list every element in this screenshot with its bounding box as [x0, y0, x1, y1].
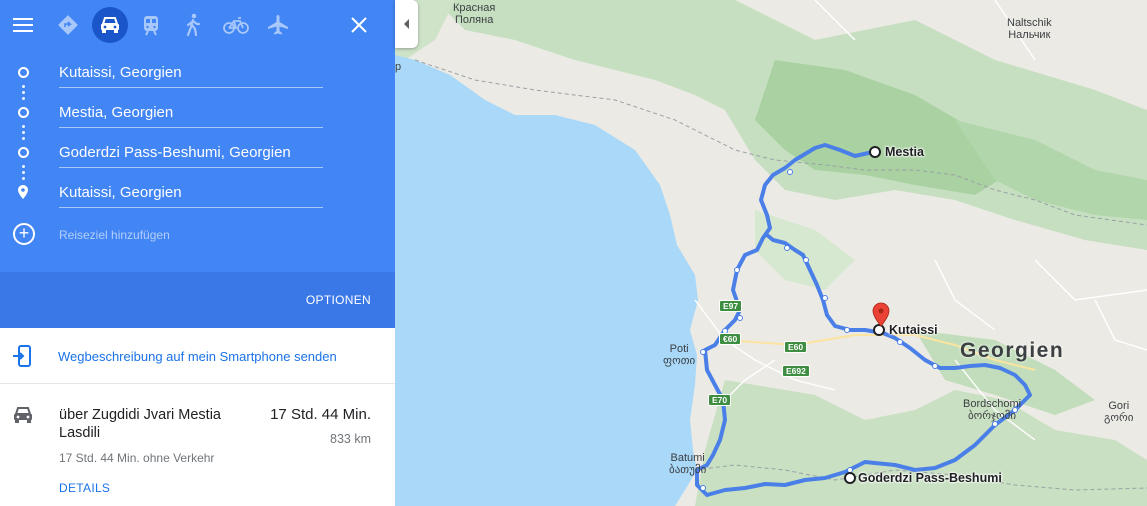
train-icon [144, 16, 158, 36]
add-destination-row[interactable]: + Reiseziel hinzufügen [0, 220, 395, 250]
road-shield-e97: E97 [719, 300, 743, 312]
waypoint-input-destination[interactable]: Kutaissi, Georgien [59, 180, 323, 208]
waypoint-row-3: Goderdzi Pass-Beshumi, Georgien [0, 132, 395, 172]
route-duration-no-traffic: 17 Std. 44 Min. ohne Verkehr [59, 451, 215, 465]
waypoint-input-start[interactable]: Kutaissi, Georgien [59, 60, 323, 88]
waypoint-row-start: Kutaissi, Georgien [0, 52, 395, 92]
menu-button[interactable] [5, 7, 41, 43]
walk-icon [186, 13, 201, 37]
city-label-borjomi: Bordschomi ბორჯომი [963, 398, 1022, 422]
waypoint-row-destination: Kutaissi, Georgien [0, 172, 395, 212]
city-label-fragment: р [395, 61, 402, 73]
mode-bike-button[interactable] [218, 7, 254, 43]
travel-mode-toolbar [0, 0, 395, 50]
waypoint-input-3[interactable]: Goderdzi Pass-Beshumi, Georgien [59, 140, 323, 168]
map-base [395, 0, 1147, 506]
add-circle-icon: + [13, 223, 35, 245]
waypoint-input-2[interactable]: Mestia, Georgien [59, 100, 323, 128]
city-label-batumi: Batumi ბათუმი [669, 452, 707, 476]
menu-icon [13, 18, 33, 32]
mode-transit-button[interactable] [133, 7, 169, 43]
route-duration: 17 Std. 44 Min. [270, 406, 371, 423]
mode-flight-button[interactable] [260, 7, 296, 43]
mode-car-button[interactable] [92, 7, 128, 43]
stop-label-goderdzi[interactable]: Goderdzi Pass-Beshumi [858, 471, 1002, 485]
route-details-button[interactable]: DETAILS [59, 481, 110, 495]
route-via-text: über Zugdidi Jvari Mestia Lasdili [59, 407, 221, 441]
directions-header: Kutaissi, Georgien Mestia, Georgien Gode… [0, 0, 395, 328]
mode-walk-button[interactable] [175, 7, 211, 43]
map-canvas[interactable]: Красная Поляна р Naltschik Нальчик Poti ფოთ… [395, 0, 1147, 506]
road-shield-e70: E70 [708, 394, 732, 406]
options-button[interactable]: OPTIONEN [306, 293, 371, 307]
country-label: Georgien [960, 339, 1065, 362]
stop-marker-mestia[interactable] [869, 146, 881, 158]
plane-icon [268, 15, 288, 35]
send-to-phone-row[interactable]: Wegbeschreibung auf mein Smartphone send… [0, 328, 395, 384]
directions-panel: Kutaissi, Georgien Mestia, Georgien Gode… [0, 0, 395, 506]
road-shield-e692: E692 [782, 365, 810, 377]
stop-marker-kutaissi[interactable] [873, 324, 885, 336]
waypoint-circle-icon [16, 65, 30, 79]
city-label-krasnaya-polyana: Красная Поляна [453, 2, 496, 26]
bike-icon [223, 17, 249, 34]
stop-label-mestia[interactable]: Mestia [885, 145, 924, 159]
road-shield-e60: E60 [784, 341, 808, 353]
route-distance: 833 km [330, 432, 371, 446]
mode-best-route-button[interactable] [50, 7, 86, 43]
city-label-nalchik: Naltschik Нальчик [1007, 17, 1052, 41]
stop-marker-goderdzi[interactable] [844, 472, 856, 484]
car-icon [101, 17, 119, 33]
directions-diamond-icon [58, 15, 78, 35]
chevron-left-icon [403, 19, 409, 29]
send-to-phone-link[interactable]: Wegbeschreibung auf mein Smartphone send… [58, 349, 337, 364]
options-bar: OPTIONEN [0, 272, 395, 328]
destination-pin-icon [16, 185, 30, 199]
route-option[interactable]: über Zugdidi Jvari Mestia Lasdili 17 Std… [0, 385, 395, 506]
close-icon [351, 17, 367, 33]
city-label-poti: Poti ფოთი [663, 343, 696, 367]
city-label-gori: Gori გორი [1104, 400, 1134, 424]
waypoint-circle-icon [16, 105, 30, 119]
send-to-phone-icon [13, 345, 31, 367]
stop-label-kutaissi[interactable]: Kutaissi [889, 323, 938, 337]
waypoint-row-2: Mestia, Georgien [0, 92, 395, 132]
collapse-panel-button[interactable] [395, 0, 418, 48]
waypoint-circle-icon [16, 145, 30, 159]
add-destination-label[interactable]: Reiseziel hinzufügen [59, 228, 170, 242]
road-shield-e60: €60 [719, 333, 742, 345]
car-icon [14, 407, 32, 423]
close-directions-button[interactable] [341, 7, 377, 43]
